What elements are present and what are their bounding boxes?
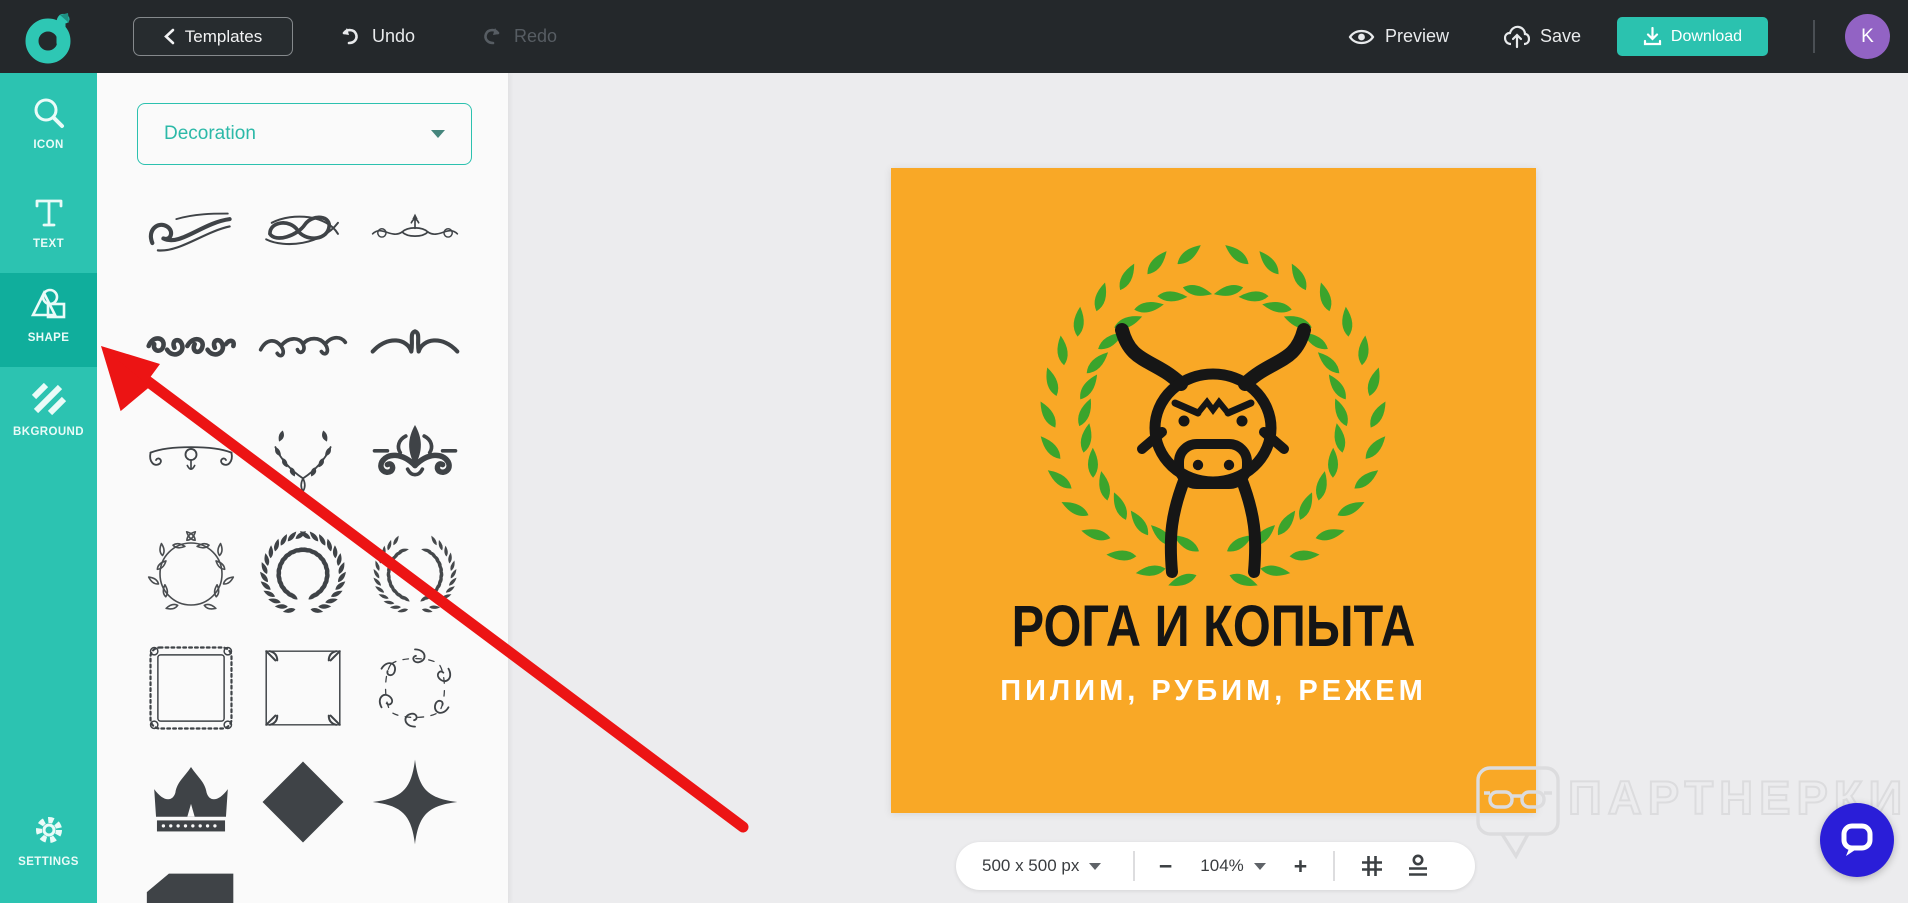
- chat-widget-button[interactable]: [1820, 803, 1894, 877]
- shape-damask-ornament[interactable]: [359, 403, 471, 517]
- shape-swirl-frame[interactable]: [359, 631, 471, 745]
- redo-button[interactable]: Redo: [480, 0, 557, 73]
- zoom-level-value: 104%: [1200, 856, 1244, 875]
- shape-four-point-star[interactable]: [359, 745, 471, 859]
- shape-bracket-curl-divider[interactable]: [135, 403, 247, 517]
- sidebar-item-text[interactable]: TEXT: [0, 183, 97, 250]
- download-icon: [1643, 27, 1662, 46]
- sidebar-item-shape-label: SHAPE: [27, 332, 70, 344]
- snap-baseline-icon[interactable]: [1407, 854, 1429, 878]
- app-logo-icon[interactable]: [24, 9, 80, 65]
- shape-crown[interactable]: [135, 745, 247, 859]
- sidebar-item-icon[interactable]: ICON: [0, 82, 97, 151]
- shape-heart-swirl-divider[interactable]: [359, 289, 471, 403]
- sidebar: ICON TEXT SHAPE BKGROUND SETTINGS: [0, 73, 97, 903]
- preview-label: Preview: [1385, 26, 1450, 46]
- shape-grid: [135, 175, 471, 903]
- toolbar-divider: [1333, 851, 1335, 881]
- shape-laurel-branches-divider[interactable]: [247, 403, 359, 517]
- chevron-down-icon: [1089, 862, 1102, 870]
- bull-icon: [1115, 323, 1311, 578]
- pixel-speech-bubble-glasses-icon: [1476, 766, 1560, 860]
- chat-bubble-icon: [1841, 823, 1873, 856]
- top-bar: Templates Undo Redo Preview Save Downloa…: [0, 0, 1908, 73]
- preview-button[interactable]: Preview: [1348, 0, 1449, 73]
- toolbar-divider: [1133, 851, 1135, 881]
- templates-button[interactable]: Templates: [133, 17, 293, 56]
- undo-label: Undo: [372, 26, 416, 46]
- save-label: Save: [1540, 26, 1582, 46]
- download-label: Download: [1670, 27, 1743, 45]
- redo-icon: [484, 27, 500, 44]
- chevron-left-icon: [163, 28, 175, 45]
- text-t-icon: [35, 199, 62, 227]
- undo-icon: [342, 27, 358, 44]
- topbar-divider: [1813, 20, 1815, 53]
- shapes-icon: [30, 288, 65, 319]
- redo-label: Redo: [514, 26, 558, 46]
- shape-corner-frame[interactable]: [247, 631, 359, 745]
- shape-swirl-divider[interactable]: [247, 289, 359, 403]
- sidebar-item-icon-label: ICON: [33, 139, 64, 151]
- logo-artwork[interactable]: [1023, 232, 1403, 612]
- avatar[interactable]: K: [1845, 14, 1890, 59]
- shape-infinity-flourish[interactable]: [247, 175, 359, 289]
- save-button[interactable]: Save: [1504, 0, 1581, 73]
- sidebar-item-bkground-label: BKGROUND: [13, 426, 84, 438]
- zoom-level-dropdown[interactable]: 104%: [1200, 856, 1266, 876]
- sidebar-item-bkground[interactable]: BKGROUND: [0, 369, 97, 438]
- shape-ornate-frame[interactable]: [135, 631, 247, 745]
- shape-diamond[interactable]: [247, 745, 359, 859]
- category-selected-value: Decoration: [164, 123, 256, 144]
- sidebar-item-text-label: TEXT: [33, 238, 64, 250]
- magnifier-icon: [34, 98, 64, 128]
- shape-laurel-wreath-open[interactable]: [359, 517, 471, 631]
- sidebar-item-shape[interactable]: SHAPE: [0, 273, 97, 367]
- shape-curly-vine-divider[interactable]: [135, 289, 247, 403]
- shapes-panel: Decoration: [97, 73, 509, 903]
- sidebar-item-settings[interactable]: SETTINGS: [0, 799, 97, 868]
- chevron-down-icon: [1253, 862, 1266, 870]
- eye-icon: [1348, 29, 1375, 44]
- templates-label: Templates: [184, 26, 263, 46]
- undo-button[interactable]: Undo: [338, 0, 415, 73]
- canvas-size-dropdown[interactable]: 500 x 500 px: [982, 856, 1102, 876]
- canvas-size-value: 500 x 500 px: [982, 856, 1080, 875]
- logo-canvas[interactable]: РОГА И КОПЫТА ПИЛИМ, РУБИМ, РЕЖЕМ: [891, 168, 1536, 813]
- logo-title-text[interactable]: РОГА И КОПЫТА: [943, 593, 1485, 660]
- shape-banner-partial[interactable]: [135, 859, 247, 903]
- chevron-down-icon: [431, 130, 445, 138]
- zoom-out-button[interactable]: −: [1159, 854, 1172, 878]
- shape-laurel-wreath-solid[interactable]: [247, 517, 359, 631]
- zoom-toolbar: 500 x 500 px − 104% +: [956, 842, 1475, 890]
- grid-icon[interactable]: [1361, 855, 1383, 877]
- shape-ornate-divider[interactable]: [359, 175, 471, 289]
- logo-subtitle-text[interactable]: ПИЛИМ, РУБИМ, РЕЖЕМ: [891, 675, 1536, 708]
- sidebar-item-settings-label: SETTINGS: [18, 856, 79, 868]
- shape-leaf-circle-wreath[interactable]: [135, 517, 247, 631]
- gear-icon: [35, 817, 62, 843]
- download-button[interactable]: Download: [1617, 17, 1768, 56]
- category-dropdown[interactable]: Decoration: [137, 103, 472, 165]
- stripes-icon: [31, 383, 66, 416]
- shape-swirl-flourish[interactable]: [135, 175, 247, 289]
- zoom-in-button[interactable]: +: [1294, 854, 1307, 878]
- cloud-upload-icon: [1504, 25, 1530, 48]
- avatar-initial: K: [1861, 25, 1874, 47]
